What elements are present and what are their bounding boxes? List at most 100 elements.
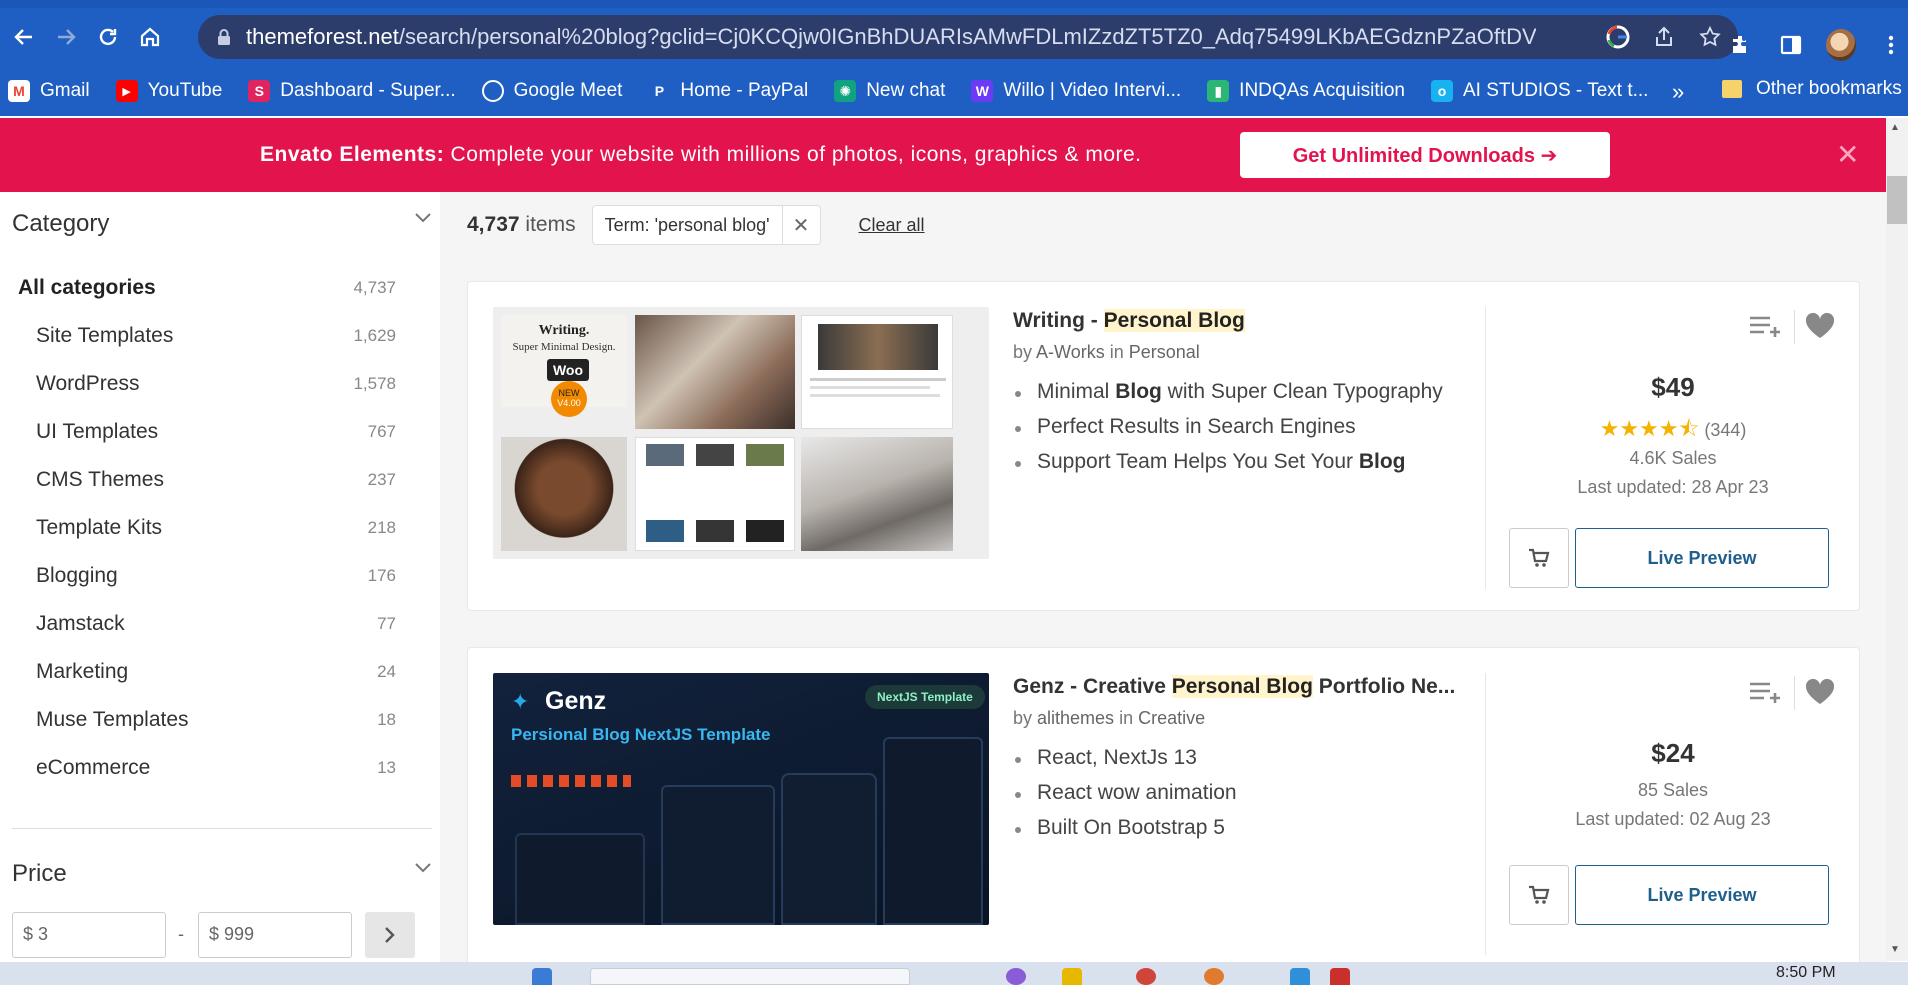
bookmark-label: Home - PayPal [680, 80, 809, 101]
bookmarks-bar: M Gmail ▶ YouTube S Dashboard - Super... Googl… [0, 66, 1908, 116]
favorite-heart-icon[interactable] [1804, 312, 1836, 340]
item-thumbnail-1[interactable]: Writing. Super Minimal Design. Woo NEW V… [493, 307, 989, 559]
taskbar-app-icon[interactable] [1204, 968, 1224, 985]
author-link[interactable]: A-Works [1036, 342, 1105, 362]
new-version-badge: NEW V4.00 [551, 381, 587, 417]
profile-avatar[interactable] [1826, 29, 1856, 61]
add-to-collection-icon[interactable] [1748, 678, 1780, 706]
address-bar[interactable]: themeforest.net/search/personal%20blog?g… [198, 15, 1738, 59]
live-preview-button[interactable]: Live Preview [1575, 865, 1829, 925]
thumb-branding-panel: Writing. Super Minimal Design. Woo NEW V… [501, 315, 627, 417]
category-link[interactable]: Personal [1129, 342, 1200, 362]
start-icon[interactable] [532, 968, 552, 985]
willo-icon: W [971, 80, 994, 102]
thumb-article-image [818, 324, 938, 370]
search-term-label: Term: 'personal blog' [604, 214, 770, 235]
google-icon[interactable] [1604, 23, 1632, 51]
other-bookmarks-folder[interactable]: Other bookmarks [1722, 78, 1902, 100]
extensions-puzzle-icon[interactable] [1726, 30, 1756, 60]
share-icon[interactable] [1650, 23, 1678, 51]
gmail-icon: M [8, 80, 30, 102]
menu-kebab-icon[interactable] [1876, 30, 1906, 60]
add-to-cart-button[interactable] [1509, 528, 1569, 588]
side-panel-icon[interactable] [1776, 30, 1806, 60]
category-count: 13 [377, 758, 396, 777]
results-header: 4,737 items Term: 'personal blog' ✕ Clea… [467, 205, 925, 245]
category-item[interactable]: eCommerce 13 [0, 744, 400, 792]
bookmark-item[interactable]: S Dashboard - Super... [248, 80, 456, 102]
globe-icon [481, 80, 504, 102]
price-min-input[interactable]: $ 3 [12, 912, 166, 958]
category-item[interactable]: Site Templates 1,629 [0, 312, 400, 360]
category-item[interactable]: Muse Templates 18 [0, 696, 400, 744]
price-filter-title[interactable]: Price [12, 860, 67, 888]
clear-all-link[interactable]: Clear all [859, 215, 925, 236]
category-item[interactable]: Jamstack 77 [0, 600, 400, 648]
scroll-down-arrow-icon[interactable]: ▼ [1890, 944, 1900, 955]
bookmark-item[interactable]: ▮ INDQAs Acquisition [1207, 80, 1405, 102]
bookmark-item[interactable]: W Willo | Video Intervi... [971, 80, 1181, 102]
other-bookmarks-label: Other bookmarks [1756, 78, 1902, 99]
item-title-2[interactable]: Genz - Creative Personal Blog Portfolio … [1013, 675, 1455, 699]
price-chevron-down-icon[interactable] [414, 862, 432, 874]
category-link[interactable]: Creative [1138, 708, 1205, 728]
category-item[interactable]: Template Kits 218 [0, 504, 400, 552]
category-item[interactable]: WordPress 1,578 [0, 360, 400, 408]
promo-close-icon[interactable]: ✕ [1836, 138, 1859, 171]
paypal-icon: P [648, 80, 671, 102]
taskbar-app-icon[interactable] [1006, 968, 1026, 985]
bookmark-item[interactable]: ▶ YouTube [115, 80, 222, 102]
bookmark-item[interactable]: o AI STUDIOS - Text t... [1430, 80, 1648, 102]
price-apply-button[interactable] [365, 912, 415, 958]
taskbar-app-icon[interactable] [1290, 968, 1310, 985]
category-item[interactable]: Marketing 24 [0, 648, 400, 696]
forward-button[interactable] [48, 19, 84, 55]
home-button[interactable] [132, 19, 168, 55]
bookmark-item[interactable]: Google Meet [481, 80, 622, 102]
taskbar-app-icon[interactable] [1062, 968, 1082, 985]
price-max-input[interactable]: $ 999 [198, 912, 352, 958]
live-preview-button[interactable]: Live Preview [1575, 528, 1829, 588]
add-to-cart-button[interactable] [1509, 865, 1569, 925]
url-path: /search/personal%20blog?gclid=Cj0KCQjw0I… [398, 24, 1536, 49]
add-to-collection-icon[interactable] [1748, 312, 1780, 340]
get-unlimited-downloads-button[interactable]: Get Unlimited Downloads ➔ [1240, 132, 1610, 178]
category-filter-title[interactable]: Category [12, 210, 109, 238]
category-chevron-down-icon[interactable] [414, 212, 432, 224]
taskbar-search[interactable] [590, 968, 910, 985]
category-item[interactable]: UI Templates 767 [0, 408, 400, 456]
title-text: Genz - Creative [1013, 675, 1172, 698]
favorite-heart-icon[interactable] [1804, 678, 1836, 706]
feature-text: Built On Bootstrap 5 [1037, 816, 1225, 839]
bookmarks-overflow-button[interactable]: » [1672, 79, 1684, 105]
bookmark-item[interactable]: P Home - PayPal [648, 80, 808, 102]
feature-item: Built On Bootstrap 5 [1013, 816, 1237, 840]
thumb-grid-image [746, 444, 784, 466]
item-thumbnail-2[interactable]: ✦ Genz Persional Blog NextJS Template Ne… [493, 673, 989, 925]
back-button[interactable] [6, 19, 42, 55]
taskbar-app-icon[interactable] [1330, 968, 1350, 985]
page-scrollbar[interactable] [1886, 118, 1908, 961]
category-label: Template Kits [36, 516, 163, 539]
bookmark-item[interactable]: M Gmail [8, 80, 90, 102]
reload-button[interactable] [90, 19, 126, 55]
item-updated-2: Last updated: 02 Aug 23 [1575, 809, 1771, 829]
bookmark-item[interactable]: ✺ New chat [834, 80, 945, 102]
item-features-1: Minimal Blog with Super Clean Typography… [1013, 380, 1443, 485]
icon-separator [1794, 310, 1795, 344]
category-item[interactable]: Blogging 176 [0, 552, 400, 600]
category-all[interactable]: All categories 4,737 [0, 264, 400, 312]
thumb-genz-subtitle: Persional Blog NextJS Template [511, 725, 771, 744]
author-link[interactable]: alithemes [1037, 708, 1114, 728]
results-count-number: 4,737 [467, 213, 520, 236]
scrollbar-thumb[interactable] [1887, 176, 1907, 224]
rating-count: (344) [1704, 420, 1747, 440]
thumb-tagline: Super Minimal Design. [512, 341, 616, 353]
category-label: Blogging [36, 564, 118, 587]
taskbar-app-icon[interactable] [1136, 968, 1156, 985]
scroll-up-arrow-icon[interactable]: ▲ [1890, 122, 1900, 133]
item-title-1[interactable]: Writing - Personal Blog [1013, 309, 1245, 333]
category-count: 77 [377, 614, 396, 633]
category-item[interactable]: CMS Themes 237 [0, 456, 400, 504]
remove-term-icon[interactable]: ✕ [781, 206, 820, 244]
